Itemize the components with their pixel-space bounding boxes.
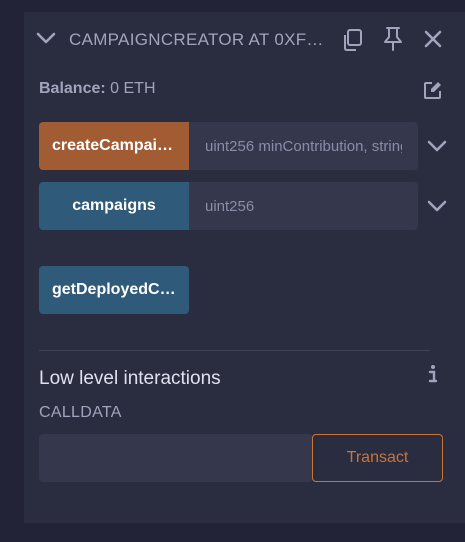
balance-label: Balance: (39, 80, 106, 97)
contract-title: CAMPAIGNCREATOR AT 0XF9E... (69, 30, 329, 49)
copy-icon[interactable] (338, 26, 366, 54)
balance-row: Balance: 0 ETH (39, 80, 156, 98)
transact-button[interactable]: Transact (312, 434, 443, 482)
low-level-title: Low level interactions (39, 368, 221, 389)
createCampaign-args-input[interactable] (189, 122, 418, 170)
calldata-label: CALLDATA (39, 404, 122, 421)
chevron-down-icon[interactable] (423, 192, 451, 220)
createCampaign-button[interactable]: createCampaign (39, 122, 189, 170)
getDeployedCampaigns-button[interactable]: getDeployedCampaigns (39, 266, 189, 314)
function-row-campaigns: campaigns (39, 182, 465, 230)
function-row-getDeployedCampaigns: getDeployedCampaigns (39, 266, 189, 314)
campaigns-args-input[interactable] (189, 182, 418, 230)
info-icon[interactable] (419, 360, 447, 388)
close-icon[interactable] (419, 25, 447, 53)
divider (39, 350, 430, 351)
chevron-down-icon[interactable] (423, 132, 451, 160)
edit-icon[interactable] (419, 76, 447, 104)
contract-panel: CAMPAIGNCREATOR AT 0XF9E... Balance: 0 E… (24, 12, 465, 523)
calldata-input[interactable] (39, 434, 313, 482)
balance-value: 0 ETH (110, 80, 156, 97)
function-row-createCampaign: createCampaign (39, 122, 465, 170)
pin-icon[interactable] (379, 25, 407, 53)
collapse-chevron-icon[interactable] (32, 24, 60, 52)
campaigns-button[interactable]: campaigns (39, 182, 189, 230)
